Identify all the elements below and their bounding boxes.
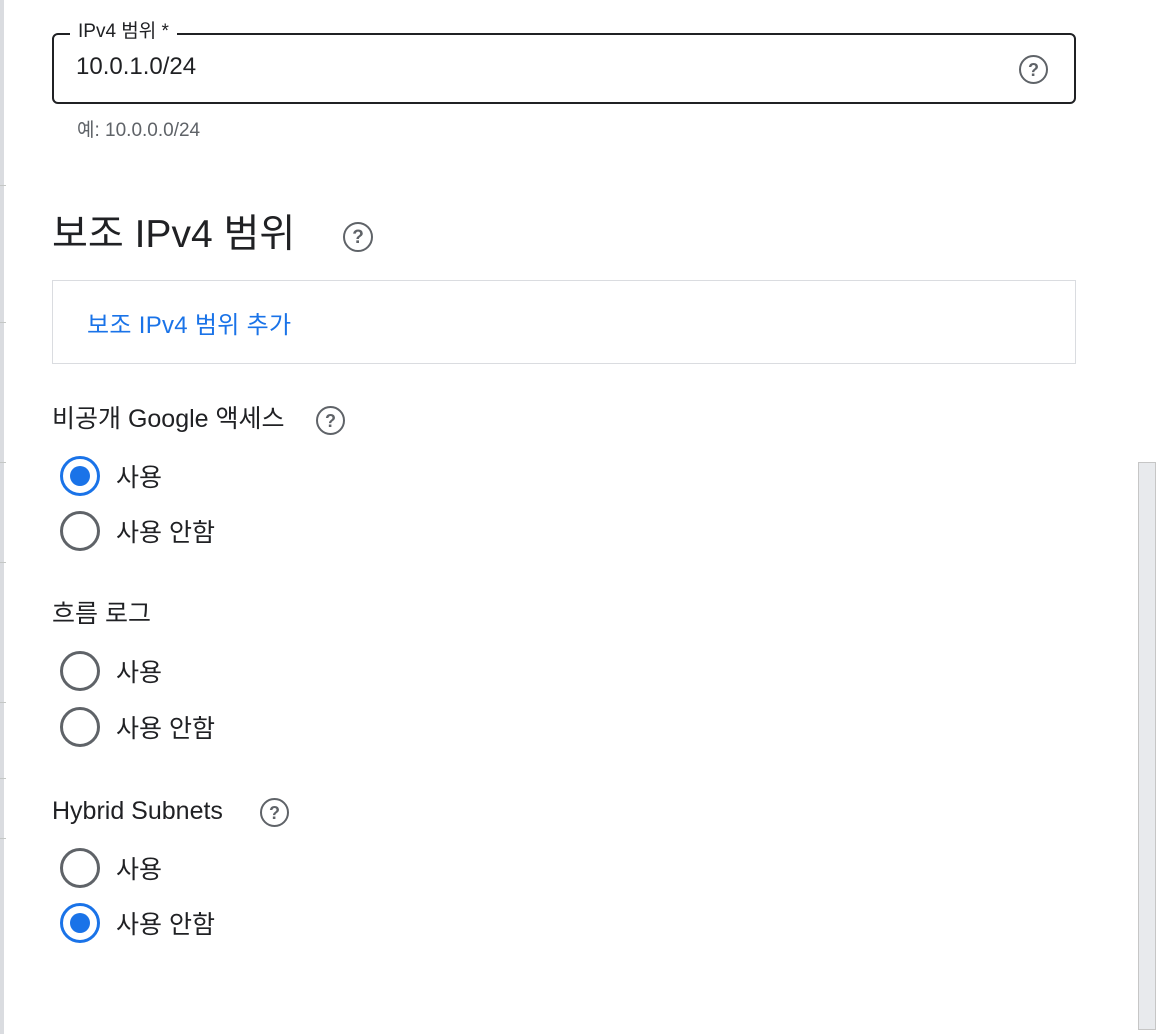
radio-label: 사용 — [116, 464, 163, 492]
radio-button[interactable] — [60, 511, 100, 551]
radio-label: 사용 — [116, 856, 163, 884]
subnet-form-panel: IPv4 범위 * ? 예: 10.0.0.0/24 보조 IPv4 범위 ? … — [0, 0, 1156, 1034]
help-circle-icon[interactable]: ? — [316, 406, 345, 435]
hybrid-subnets-on-radio[interactable]: 사용 — [60, 848, 162, 888]
private-google-access-on-radio[interactable]: 사용 — [60, 456, 162, 496]
flow-logs-on-radio[interactable]: 사용 — [60, 651, 162, 691]
background-divider — [0, 562, 6, 563]
background-divider — [0, 778, 6, 779]
background-panel-edge — [0, 0, 4, 1034]
ipv4-range-label: IPv4 범위 * — [70, 20, 177, 44]
background-divider — [0, 838, 6, 839]
radio-button[interactable] — [60, 651, 100, 691]
radio-label: 사용 안함 — [116, 911, 215, 939]
radio-button[interactable] — [60, 848, 100, 888]
help-circle-icon[interactable]: ? — [343, 222, 373, 252]
background-divider — [0, 462, 6, 463]
radio-label: 사용 — [116, 659, 163, 687]
private-google-access-off-radio[interactable]: 사용 안함 — [60, 511, 215, 551]
radio-button[interactable] — [60, 707, 100, 747]
secondary-ranges-box: 보조 IPv4 범위 추가 — [52, 280, 1076, 364]
ipv4-range-hint: 예: 10.0.0.0/24 — [77, 120, 201, 141]
radio-label: 사용 안함 — [116, 715, 215, 743]
private-google-access-label: 비공개 Google 액세스 — [52, 405, 285, 433]
ipv4-range-input[interactable] — [76, 53, 976, 81]
help-circle-icon[interactable]: ? — [1019, 55, 1048, 84]
radio-button-checked[interactable] — [60, 903, 100, 943]
scrollbar-thumb[interactable] — [1138, 462, 1156, 1030]
ipv4-range-field[interactable]: IPv4 범위 * ? — [52, 20, 1076, 104]
radio-button-checked[interactable] — [60, 456, 100, 496]
hybrid-subnets-label: Hybrid Subnets — [52, 797, 223, 825]
flow-logs-off-radio[interactable]: 사용 안함 — [60, 707, 215, 747]
background-divider — [0, 702, 6, 703]
background-divider — [0, 322, 6, 323]
scrollbar-track[interactable] — [1138, 0, 1156, 1034]
background-divider — [0, 185, 6, 186]
radio-label: 사용 안함 — [116, 519, 215, 547]
flow-logs-label: 흐름 로그 — [52, 600, 151, 628]
help-circle-icon[interactable]: ? — [260, 798, 289, 827]
secondary-ranges-title: 보조 IPv4 범위 — [52, 213, 296, 256]
hybrid-subnets-off-radio[interactable]: 사용 안함 — [60, 903, 215, 943]
add-secondary-range-button[interactable]: 보조 IPv4 범위 추가 — [87, 305, 291, 340]
